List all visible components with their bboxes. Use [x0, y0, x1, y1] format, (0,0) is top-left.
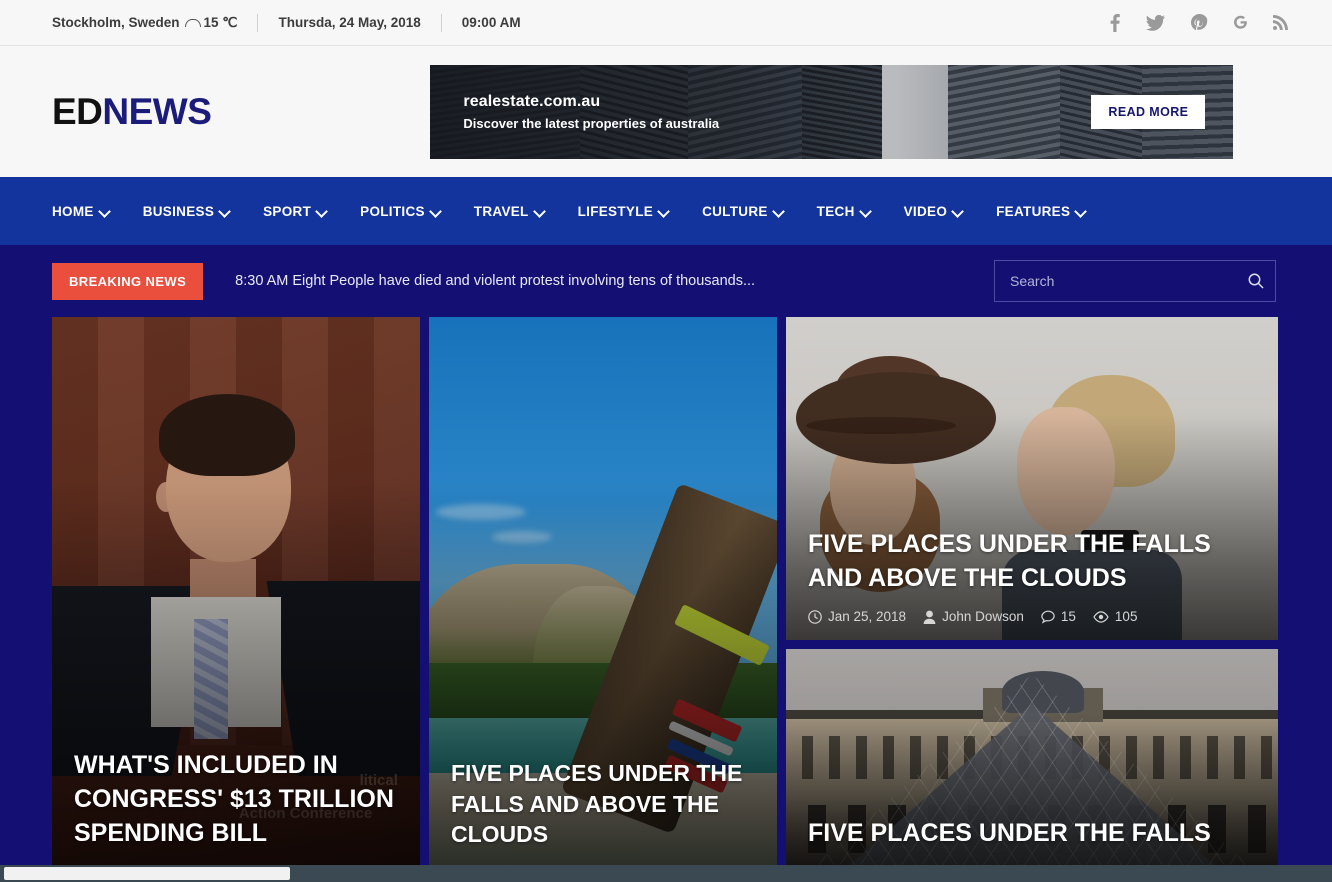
cloud-icon [184, 18, 201, 28]
nav-label: SPORT [263, 203, 312, 219]
chevron-down-icon [220, 207, 229, 216]
nav-label: VIDEO [903, 203, 948, 219]
breaking-news-bar: BREAKING NEWS 8:30 AM Eight People have … [0, 245, 1332, 317]
twitter-icon[interactable] [1146, 14, 1165, 31]
horizontal-scrollbar[interactable] [0, 865, 1332, 882]
nav-label: FEATURES [996, 203, 1071, 219]
chevron-down-icon [861, 207, 870, 216]
article-card-right-top[interactable]: FIVE PLACES UNDER THE FALLS AND ABOVE TH… [786, 317, 1278, 640]
nav-item-video[interactable]: VIDEO [904, 204, 963, 219]
nav-item-home[interactable]: HOME [52, 204, 109, 219]
grid-column-left: litical Action Conference WHAT'S INCLUDE… [52, 317, 420, 866]
nav-label: HOME [52, 203, 94, 219]
chevron-down-icon [1076, 207, 1085, 216]
scrollbar-thumb[interactable] [4, 867, 290, 880]
top-bar: Stockholm, Sweden 15 ℃ Thursda, 24 May, … [0, 0, 1332, 46]
chevron-down-icon [535, 207, 544, 216]
meta-views-count: 105 [1114, 609, 1138, 624]
chevron-down-icon [659, 207, 668, 216]
nav-label: TRAVEL [473, 203, 529, 219]
article-title[interactable]: FIVE PLACES UNDER THE FALLS AND ABOVE TH… [451, 758, 755, 850]
nav-item-culture[interactable]: CULTURE [702, 204, 783, 219]
divider [257, 13, 259, 32]
search-container [994, 260, 1276, 302]
rss-icon[interactable] [1273, 15, 1288, 30]
top-bar-info: Stockholm, Sweden 15 ℃ Thursda, 24 May, … [52, 13, 521, 32]
search-icon [1248, 273, 1264, 289]
chevron-down-icon [431, 207, 440, 216]
nav-label: LIFESTYLE [577, 203, 654, 219]
article-meta: Jan 25, 2018 John Dowson 15 105 [808, 609, 1256, 624]
weather-location: Stockholm, Sweden 15 ℃ [52, 15, 237, 31]
user-icon [923, 610, 936, 624]
nav-label: POLITICS [360, 203, 425, 219]
ad-subtitle: Discover the latest properties of austra… [463, 115, 720, 131]
main-navigation: HOME BUSINESS SPORT POLITICS TRAVEL LIFE… [0, 177, 1332, 245]
clock-icon [808, 609, 822, 624]
site-header: EDNEWS realestate.com.au Discover the la… [0, 46, 1332, 177]
article-title[interactable]: FIVE PLACES UNDER THE FALLS [808, 816, 1256, 850]
nav-item-politics[interactable]: POLITICS [360, 204, 440, 219]
breaking-news-ticker[interactable]: 8:30 AM Eight People have died and viole… [235, 273, 755, 289]
featured-articles-grid: litical Action Conference WHAT'S INCLUDE… [0, 317, 1332, 866]
date-label: Thursda, 24 May, 2018 [278, 15, 421, 30]
breaking-news-badge[interactable]: BREAKING NEWS [52, 262, 204, 300]
social-links [1110, 13, 1288, 32]
article-title[interactable]: WHAT'S INCLUDED IN CONGRESS' $13 TRILLIO… [74, 748, 398, 850]
nav-item-business[interactable]: BUSINESS [143, 204, 229, 219]
ad-title: realestate.com.au [463, 92, 601, 110]
temperature-label: 15 ℃ [203, 14, 238, 30]
article-content: WHAT'S INCLUDED IN CONGRESS' $13 TRILLIO… [52, 748, 420, 866]
ad-text-block: realestate.com.au Discover the latest pr… [430, 93, 719, 131]
time-label: 09:00 AM [461, 15, 521, 30]
article-title[interactable]: FIVE PLACES UNDER THE FALLS AND ABOVE TH… [808, 527, 1256, 595]
meta-author-label: John Dowson [942, 609, 1024, 624]
comment-icon [1041, 610, 1055, 624]
read-more-button[interactable]: READ MORE [1091, 94, 1206, 129]
meta-comments: 15 [1041, 609, 1076, 624]
meta-views: 105 [1093, 609, 1138, 624]
article-card-main-left[interactable]: litical Action Conference WHAT'S INCLUDE… [52, 317, 420, 866]
google-plus-icon[interactable] [1234, 14, 1247, 31]
grid-column-middle: FIVE PLACES UNDER THE FALLS AND ABOVE TH… [429, 317, 777, 866]
nav-item-travel[interactable]: TRAVEL [474, 204, 544, 219]
meta-comments-count: 15 [1060, 609, 1076, 624]
divider [440, 13, 442, 32]
chevron-down-icon [774, 207, 783, 216]
nav-label: CULTURE [702, 203, 768, 219]
pinterest-icon[interactable] [1191, 14, 1208, 31]
chevron-down-icon [317, 207, 326, 216]
nav-label: TECH [816, 203, 855, 219]
eye-icon [1093, 610, 1109, 623]
site-logo[interactable]: EDNEWS [52, 91, 212, 132]
chevron-down-icon [100, 207, 109, 216]
grid-column-right: FIVE PLACES UNDER THE FALLS AND ABOVE TH… [786, 317, 1278, 866]
nav-item-sport[interactable]: SPORT [263, 204, 326, 219]
nav-item-tech[interactable]: TECH [817, 204, 870, 219]
chevron-down-icon [953, 207, 962, 216]
article-card-right-bottom[interactable]: FIVE PLACES UNDER THE FALLS [786, 649, 1278, 866]
article-content: FIVE PLACES UNDER THE FALLS AND ABOVE TH… [786, 527, 1278, 640]
logo-text-secondary: NEWS [102, 91, 212, 132]
search-input[interactable] [994, 260, 1276, 302]
nav-label: BUSINESS [142, 203, 215, 219]
location-label: Stockholm, Sweden [52, 15, 180, 30]
advertisement-banner[interactable]: realestate.com.au Discover the latest pr… [430, 64, 1234, 159]
facebook-icon[interactable] [1110, 13, 1120, 32]
meta-date: Jan 25, 2018 [808, 609, 906, 624]
nav-item-lifestyle[interactable]: LIFESTYLE [578, 204, 668, 219]
article-content: FIVE PLACES UNDER THE FALLS [786, 816, 1278, 866]
meta-author: John Dowson [923, 609, 1024, 624]
article-content: FIVE PLACES UNDER THE FALLS AND ABOVE TH… [429, 758, 777, 866]
search-button[interactable] [1248, 273, 1264, 289]
meta-date-label: Jan 25, 2018 [828, 609, 907, 624]
nav-item-features[interactable]: FEATURES [996, 204, 1085, 219]
article-card-main-middle[interactable]: FIVE PLACES UNDER THE FALLS AND ABOVE TH… [429, 317, 777, 866]
logo-text-primary: ED [52, 91, 103, 132]
